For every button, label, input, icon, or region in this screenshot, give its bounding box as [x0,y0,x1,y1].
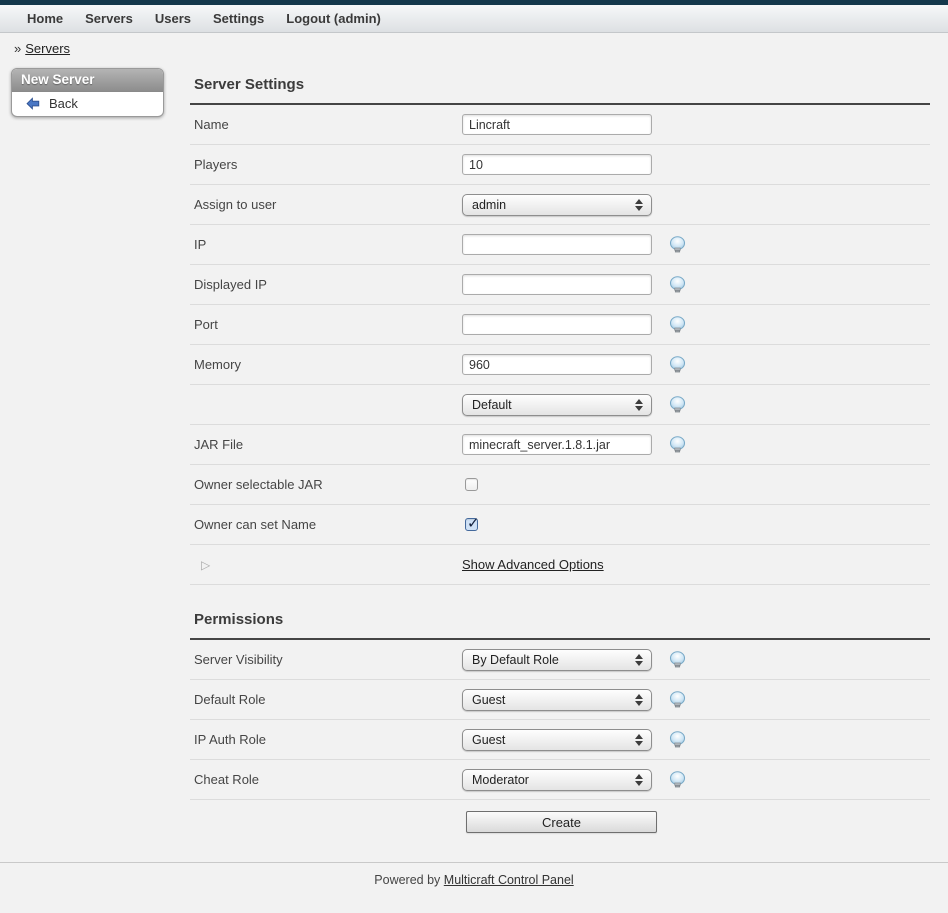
main-nav: Home Servers Users Settings Logout (admi… [0,5,948,33]
port-field[interactable] [462,314,652,335]
form-row-owner-selectable-jar: Owner selectable JAR [190,465,930,505]
create-button[interactable]: Create [466,811,657,833]
permissions-heading: Permissions [190,597,930,640]
show-advanced-options-link[interactable]: Show Advanced Options [462,557,604,572]
select-stepper-icon [635,654,643,666]
ip-auth-role-select[interactable]: Guest [462,729,652,751]
form-row-name: Name [190,105,930,145]
field-label: Owner can set Name [190,517,462,532]
name-field[interactable] [462,114,652,135]
form-row-cheat-role: Cheat Role Moderator [190,760,930,800]
field-label: Assign to user [190,197,462,212]
help-bulb-icon[interactable] [669,436,686,453]
form-row-owner-can-set-name: Owner can set Name [190,505,930,545]
field-label: Cheat Role [190,772,462,787]
field-label: Memory [190,357,462,372]
form-row-ip-auth-role: IP Auth Role Guest [190,720,930,760]
sidebar: New Server Back [0,62,190,117]
select-stepper-icon [635,774,643,786]
select-stepper-icon [635,399,643,411]
default-select[interactable]: Default [462,394,652,416]
field-label: Players [190,157,462,172]
jar-file-field[interactable] [462,434,652,455]
back-arrow-icon [25,97,41,111]
server-settings-heading: Server Settings [190,62,930,105]
server-visibility-select[interactable]: By Default Role [462,649,652,671]
players-field[interactable] [462,154,652,175]
form-row-jar-file: JAR File [190,425,930,465]
owner-can-set-name-checkbox[interactable] [465,518,478,531]
form-row-port: Port [190,305,930,345]
help-bulb-icon[interactable] [669,316,686,333]
form-row-server-visibility: Server Visibility By Default Role [190,640,930,680]
form-row-assign-user: Assign to user admin [190,185,930,225]
select-stepper-icon [635,199,643,211]
field-label: IP [190,237,462,252]
help-bulb-icon[interactable] [669,691,686,708]
nav-item-settings[interactable]: Settings [202,11,275,26]
footer: Powered by Multicraft Control Panel [0,862,948,913]
select-value: Default [472,398,512,412]
select-value: admin [472,198,506,212]
help-bulb-icon[interactable] [669,356,686,373]
ip-field[interactable] [462,234,652,255]
form-row-ip: IP [190,225,930,265]
sidebar-back-label: Back [49,96,78,111]
help-bulb-icon[interactable] [669,771,686,788]
breadcrumb-marker: » [14,41,21,56]
select-stepper-icon [635,734,643,746]
field-label: Name [190,117,462,132]
form-row-default-select: Default [190,385,930,425]
help-bulb-icon[interactable] [669,731,686,748]
field-label: IP Auth Role [190,732,462,747]
owner-selectable-jar-checkbox[interactable] [465,478,478,491]
default-role-select[interactable]: Guest [462,689,652,711]
footer-powered-by-text: Powered by [374,873,440,887]
sidebar-item-back[interactable]: Back [12,92,163,116]
select-stepper-icon [635,694,643,706]
breadcrumb-servers-link[interactable]: Servers [25,41,70,56]
cheat-role-select[interactable]: Moderator [462,769,652,791]
assign-user-select[interactable]: admin [462,194,652,216]
breadcrumb: » Servers [0,33,948,62]
sidebar-title: New Server [12,69,163,92]
form-row-create: Create [190,800,930,844]
displayed-ip-field[interactable] [462,274,652,295]
form-row-advanced-toggle: ▷ Show Advanced Options [190,545,930,585]
help-bulb-icon[interactable] [669,276,686,293]
memory-field[interactable] [462,354,652,375]
form-row-displayed-ip: Displayed IP [190,265,930,305]
multicraft-link[interactable]: Multicraft Control Panel [444,873,574,887]
form-row-memory: Memory [190,345,930,385]
help-bulb-icon[interactable] [669,396,686,413]
sidebar-menu-box: New Server Back [11,68,164,117]
select-value: Guest [472,733,505,747]
help-bulb-icon[interactable] [669,651,686,668]
field-label: Port [190,317,462,332]
main-content: Server Settings Name Players Assign to u… [190,62,930,844]
nav-item-users[interactable]: Users [144,11,202,26]
select-value: Moderator [472,773,529,787]
select-value: Guest [472,693,505,707]
nav-item-home[interactable]: Home [16,11,74,26]
expand-triangle-icon[interactable]: ▷ [194,558,210,572]
field-label: Server Visibility [190,652,462,667]
field-label: Displayed IP [190,277,462,292]
nav-item-servers[interactable]: Servers [74,11,144,26]
field-label: Owner selectable JAR [190,477,462,492]
select-value: By Default Role [472,653,559,667]
help-bulb-icon[interactable] [669,236,686,253]
form-row-players: Players [190,145,930,185]
field-label: JAR File [190,437,462,452]
nav-item-logout[interactable]: Logout (admin) [275,11,392,26]
form-row-default-role: Default Role Guest [190,680,930,720]
field-label: Default Role [190,692,462,707]
